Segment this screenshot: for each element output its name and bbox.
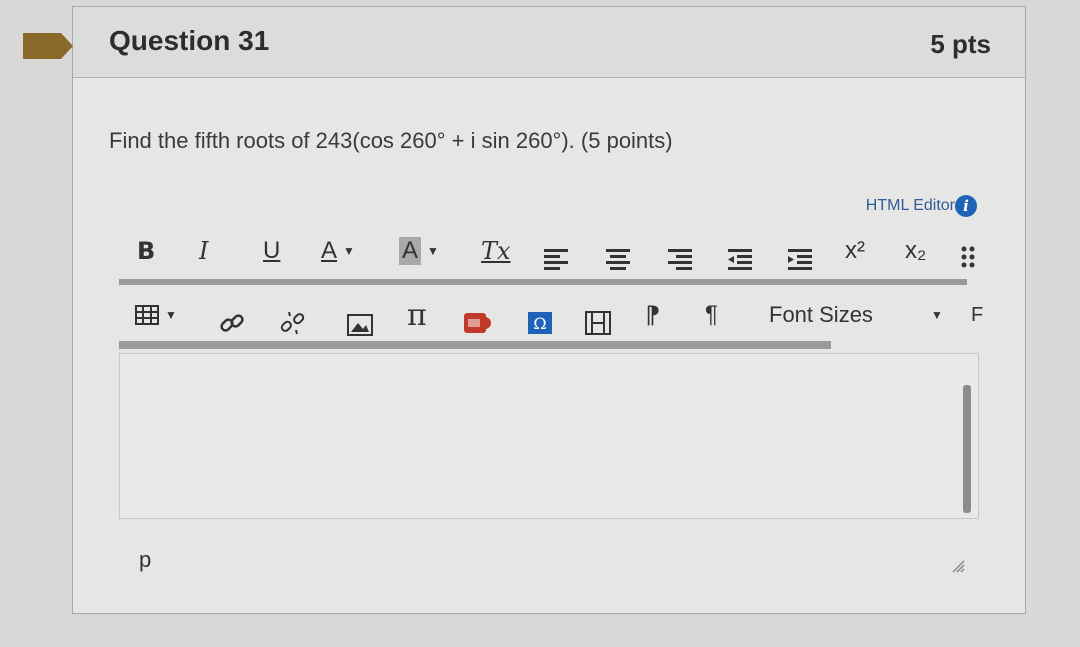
insert-toolbar: ▼ π Ω ⁋ ¶ Font Sizes ▼ F	[119, 295, 983, 339]
ltr-paragraph-icon[interactable]: ⁋	[645, 295, 660, 335]
indent-icon[interactable]	[787, 239, 813, 279]
chevron-down-icon: ▼	[427, 244, 439, 258]
underline-button[interactable]: U	[263, 231, 280, 271]
align-right-icon[interactable]	[667, 239, 693, 279]
link-icon[interactable]	[219, 303, 245, 343]
element-path: p	[139, 547, 152, 572]
align-left-icon[interactable]	[543, 239, 569, 279]
math-equation-icon[interactable]: π	[407, 295, 427, 335]
formatting-toolbar: B I U A ▼ A ▼ Tx x² x₂	[119, 231, 975, 275]
text-color-label: A	[321, 237, 338, 264]
background-color-button[interactable]: A ▼	[399, 231, 439, 271]
clear-formatting-button[interactable]: Tx	[481, 231, 511, 271]
special-character-icon[interactable]: Ω	[527, 303, 553, 343]
editor-scrollbar[interactable]	[963, 385, 971, 513]
bold-button[interactable]: B	[137, 231, 155, 271]
resize-handle-icon[interactable]	[951, 559, 965, 573]
info-icon[interactable]: i	[955, 195, 977, 217]
italic-button[interactable]: I	[199, 231, 208, 271]
subscript-button[interactable]: x₂	[905, 231, 926, 271]
align-center-icon[interactable]	[605, 239, 631, 279]
unlink-icon[interactable]	[279, 303, 307, 343]
toolbar-divider	[119, 279, 967, 285]
embed-media-icon[interactable]	[585, 303, 611, 343]
font-sizes-label[interactable]: Font Sizes	[769, 295, 873, 335]
more-options-icon[interactable]	[961, 239, 975, 279]
flag-icon[interactable]	[23, 33, 73, 59]
table-icon	[135, 305, 159, 325]
svg-text:Ω: Ω	[533, 314, 546, 333]
chevron-down-icon: ▼	[343, 244, 355, 258]
rtl-paragraph-icon[interactable]: ¶	[705, 295, 718, 335]
toolbar-divider	[119, 341, 831, 349]
media-icon[interactable]	[463, 303, 493, 343]
question-title: Question 31	[109, 25, 270, 56]
background-color-label: A	[399, 237, 422, 265]
rich-text-editor[interactable]	[119, 353, 979, 519]
font-family-dropdown[interactable]: F	[971, 295, 983, 335]
outdent-icon[interactable]	[727, 239, 753, 279]
image-icon[interactable]	[347, 305, 373, 345]
html-editor-link[interactable]: HTML Editor	[866, 197, 955, 215]
chevron-down-icon: ▼	[165, 308, 177, 322]
superscript-button[interactable]: x²	[845, 231, 865, 271]
question-header: Question 31 5 pts	[23, 7, 1025, 78]
question-points: 5 pts	[930, 29, 991, 59]
table-button[interactable]: ▼	[135, 295, 177, 335]
chevron-down-icon[interactable]: ▼	[931, 295, 943, 335]
question-card: Question 31 5 pts Find the fifth roots o…	[23, 6, 1026, 614]
text-color-button[interactable]: A ▼	[321, 231, 355, 271]
question-text: Find the fifth roots of 243(cos 260° + i…	[109, 128, 673, 153]
